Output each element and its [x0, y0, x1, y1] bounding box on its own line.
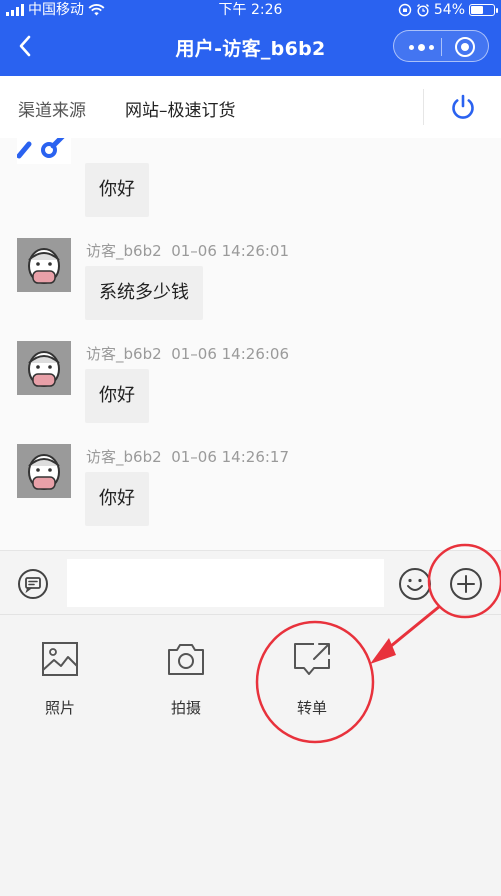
target-circle-icon[interactable] [455, 37, 475, 57]
sender-name: 访客_b6b2 [86, 448, 162, 466]
sheep-avatar-icon [17, 341, 71, 395]
sheep-avatar-icon [17, 444, 71, 498]
message-time: 01–06 14:26:01 [171, 242, 289, 260]
input-bar [0, 550, 501, 615]
sender-name: 访客_b6b2 [86, 345, 162, 363]
message-bubble: 你好 [85, 163, 149, 217]
image-icon [42, 642, 78, 676]
rotation-lock-icon [398, 3, 412, 17]
message-meta: 访客_b6b2 01–06 14:26:01 [86, 240, 289, 261]
nav-bar: 用户-访客_b6b2 [0, 20, 501, 76]
capsule-divider [441, 38, 442, 56]
message-bubble: 你好 [85, 369, 149, 423]
tool-photo[interactable]: 照片 [10, 615, 110, 735]
tool-label: 照片 [44, 699, 75, 717]
alarm-icon [416, 4, 429, 17]
sender-name: 访客_b6b2 [86, 242, 162, 260]
more-dots-icon[interactable] [409, 44, 434, 51]
tools-panel: 照片 拍摄 转单 [0, 615, 501, 896]
message-time: 01–06 14:26:17 [171, 448, 289, 466]
avatar [17, 238, 71, 292]
source-row: 渠道来源 网站–极速订货 [0, 76, 501, 138]
tool-label: 拍摄 [170, 699, 201, 717]
power-icon[interactable] [449, 93, 477, 121]
agent-logo-icon [17, 138, 65, 159]
message-bubble: 系统多少钱 [85, 266, 203, 320]
tool-transfer[interactable]: 转单 [262, 615, 362, 735]
status-right: 54% [398, 0, 498, 20]
message-meta: 访客_b6b2 01–06 14:26:06 [86, 343, 289, 364]
message-time: 01–06 14:26:06 [171, 345, 289, 363]
tool-camera[interactable]: 拍摄 [136, 615, 236, 735]
battery-icon [469, 4, 498, 16]
camera-icon [168, 644, 204, 675]
avatar [17, 444, 71, 498]
avatar [17, 341, 71, 395]
top-bar: 中国移动 下午 2:26 54% 用户-访客_b6b2 [0, 0, 501, 76]
transfer-icon [294, 643, 330, 675]
message-bubble: 你好 [85, 472, 149, 526]
source-label: 渠道来源 [18, 101, 86, 121]
chat-area[interactable]: 你好 访客_b6b2 01–06 14:26:01 系统多少钱 访客_b6b2 … [0, 138, 501, 550]
avatar [17, 138, 71, 164]
message-input[interactable] [67, 559, 384, 607]
source-divider [423, 89, 424, 125]
status-bar: 中国移动 下午 2:26 54% [0, 0, 501, 20]
message-meta: 访客_b6b2 01–06 14:26:17 [86, 446, 289, 467]
source-value: 网站–极速订货 [125, 101, 236, 121]
sheep-avatar-icon [17, 238, 71, 292]
plus-circle-icon[interactable] [449, 567, 483, 601]
mini-program-capsule [393, 30, 489, 62]
emoji-icon[interactable] [398, 567, 432, 601]
tool-label: 转单 [296, 699, 327, 717]
quick-reply-icon[interactable] [17, 568, 49, 600]
battery-percent: 54% [433, 2, 465, 18]
